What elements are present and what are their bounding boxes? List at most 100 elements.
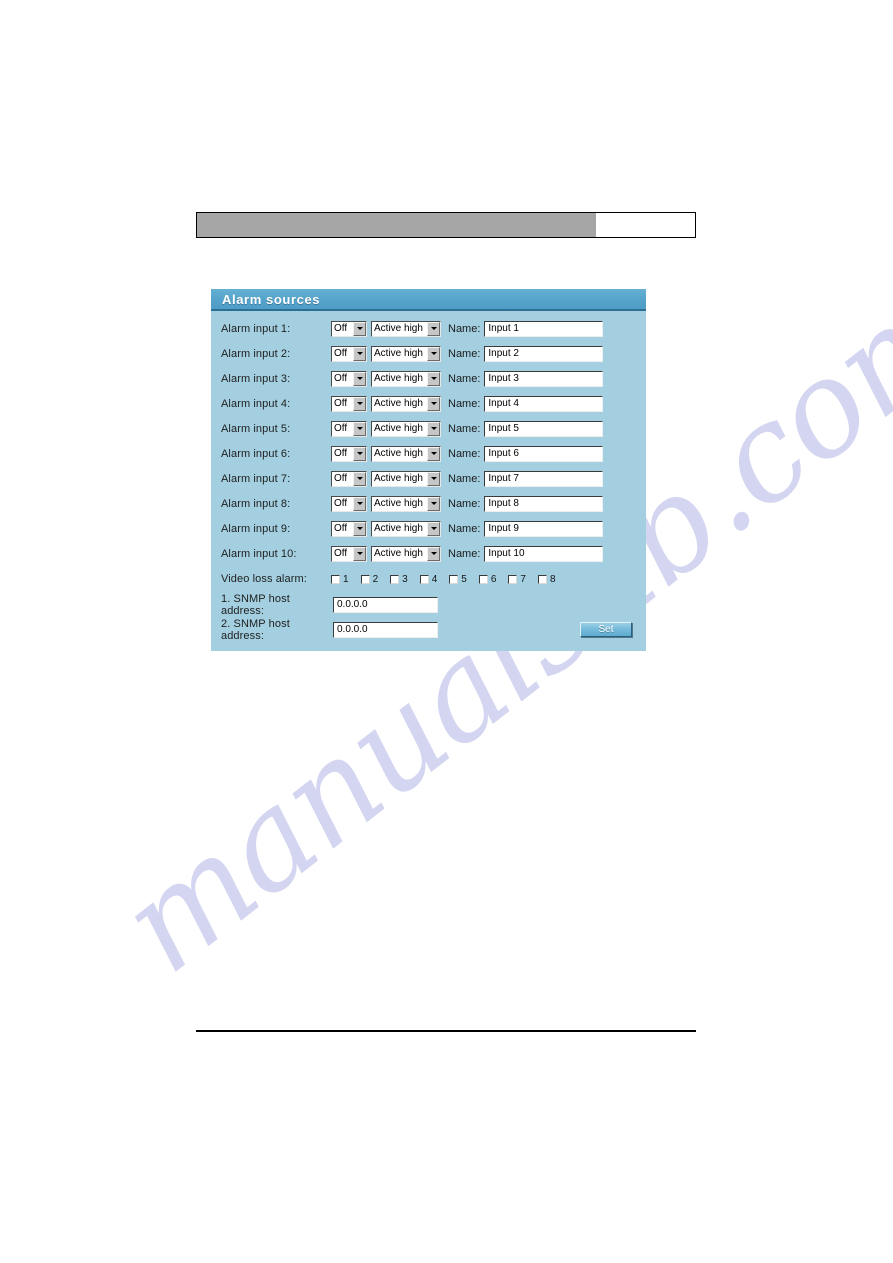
alarm-polarity-select[interactable]: Active high bbox=[371, 370, 441, 387]
alarm-mode-select[interactable]: Off bbox=[331, 470, 367, 487]
chevron-down-icon[interactable] bbox=[427, 546, 440, 561]
chevron-down-icon[interactable] bbox=[353, 496, 366, 511]
alarm-name-label: Name: bbox=[448, 422, 481, 435]
chevron-down-icon[interactable] bbox=[427, 496, 440, 511]
alarm-polarity-select[interactable]: Active high bbox=[371, 520, 441, 537]
checkbox-icon[interactable] bbox=[360, 574, 370, 584]
alarm-polarity-select[interactable]: Active high bbox=[371, 495, 441, 512]
alarm-input-label: Alarm input 6: bbox=[221, 447, 291, 460]
page-header-bar-fill bbox=[197, 213, 596, 237]
alarm-input-label: Alarm input 8: bbox=[221, 497, 291, 510]
chevron-down-icon[interactable] bbox=[353, 321, 366, 336]
chevron-down-icon[interactable] bbox=[353, 421, 366, 436]
chevron-down-icon[interactable] bbox=[427, 471, 440, 486]
alarm-mode-select[interactable]: Off bbox=[331, 545, 367, 562]
alarm-input-row: Alarm input 6: Off Active high Name: Inp… bbox=[211, 441, 646, 466]
video-loss-checkbox-1[interactable]: 1 bbox=[331, 574, 349, 585]
alarm-name-input[interactable]: Input 7 bbox=[484, 470, 604, 487]
video-loss-checkbox-5[interactable]: 5 bbox=[449, 574, 467, 585]
alarm-name-input[interactable]: Input 6 bbox=[484, 445, 604, 462]
chevron-down-icon[interactable] bbox=[353, 521, 366, 536]
checkbox-icon[interactable] bbox=[331, 574, 340, 584]
alarm-polarity-select[interactable]: Active high bbox=[371, 420, 441, 437]
alarm-mode-value: Off bbox=[334, 372, 348, 384]
alarm-polarity-select[interactable]: Active high bbox=[371, 470, 441, 487]
chevron-down-icon[interactable] bbox=[427, 321, 440, 336]
chevron-down-icon[interactable] bbox=[427, 346, 440, 361]
alarm-mode-select[interactable]: Off bbox=[331, 345, 367, 362]
alarm-mode-select[interactable]: Off bbox=[331, 445, 367, 462]
checkbox-label: 8 bbox=[549, 573, 556, 585]
alarm-input-row: Alarm input 5: Off Active high Name: Inp… bbox=[211, 416, 646, 441]
alarm-polarity-select[interactable]: Active high bbox=[371, 320, 441, 337]
video-loss-checkbox-3[interactable]: 3 bbox=[390, 574, 408, 585]
alarm-name-input[interactable]: Input 9 bbox=[484, 520, 604, 537]
alarm-mode-select[interactable]: Off bbox=[331, 420, 367, 437]
alarm-mode-select[interactable]: Off bbox=[331, 495, 367, 512]
alarm-mode-select[interactable]: Off bbox=[331, 320, 367, 337]
alarm-name-input[interactable]: Input 3 bbox=[484, 370, 604, 387]
chevron-down-icon[interactable] bbox=[427, 521, 440, 536]
chevron-down-icon[interactable] bbox=[353, 371, 366, 386]
alarm-polarity-value: Active high bbox=[374, 372, 423, 384]
alarm-input-row: Alarm input 9: Off Active high Name: Inp… bbox=[211, 516, 646, 541]
page-header-bar-blank bbox=[596, 213, 695, 237]
chevron-down-icon[interactable] bbox=[353, 471, 366, 486]
alarm-input-row: Alarm input 3: Off Active high Name: Inp… bbox=[211, 366, 646, 391]
alarm-name-label: Name: bbox=[448, 322, 481, 335]
alarm-polarity-value: Active high bbox=[374, 447, 423, 459]
checkbox-label: 6 bbox=[490, 573, 497, 585]
snmp-host-input[interactable]: 0.0.0.0 bbox=[333, 621, 438, 638]
alarm-mode-value: Off bbox=[334, 547, 348, 559]
alarm-mode-select[interactable]: Off bbox=[331, 370, 367, 387]
chevron-down-icon[interactable] bbox=[353, 546, 366, 561]
chevron-down-icon[interactable] bbox=[427, 421, 440, 436]
snmp-host-row-2: 2. SNMP host address: 0.0.0.0 Set bbox=[211, 617, 646, 642]
alarm-input-label: Alarm input 9: bbox=[221, 522, 291, 535]
video-loss-checkbox-6[interactable]: 6 bbox=[478, 573, 497, 585]
chevron-down-icon[interactable] bbox=[427, 371, 440, 386]
video-loss-checkbox-8[interactable]: 8 bbox=[537, 573, 556, 585]
alarm-polarity-select[interactable]: Active high bbox=[371, 545, 441, 562]
alarm-input-row: Alarm input 4: Off Active high Name: Inp… bbox=[211, 391, 646, 416]
alarm-input-label: Alarm input 5: bbox=[221, 422, 291, 435]
chevron-down-icon[interactable] bbox=[353, 396, 366, 411]
alarm-polarity-value: Active high bbox=[374, 422, 423, 434]
snmp-host-label: 1. SNMP host address: bbox=[221, 592, 290, 617]
chevron-down-icon[interactable] bbox=[427, 446, 440, 461]
alarm-mode-select[interactable]: Off bbox=[331, 520, 367, 537]
alarm-sources-panel: Alarm sources Alarm input 1: Off Active … bbox=[211, 289, 646, 651]
chevron-down-icon[interactable] bbox=[427, 396, 440, 411]
chevron-down-icon[interactable] bbox=[353, 446, 366, 461]
alarm-mode-value: Off bbox=[334, 497, 348, 509]
alarm-mode-value: Off bbox=[334, 322, 348, 334]
checkbox-label: 1 bbox=[343, 573, 349, 585]
alarm-mode-select[interactable]: Off bbox=[331, 395, 367, 412]
video-loss-checkbox-4[interactable]: 4 bbox=[419, 574, 437, 585]
video-loss-checkbox-2[interactable]: 2 bbox=[360, 574, 378, 585]
alarm-name-input[interactable]: Input 8 bbox=[484, 495, 604, 512]
checkbox-icon[interactable] bbox=[508, 574, 518, 584]
checkbox-icon[interactable] bbox=[419, 574, 429, 584]
alarm-name-input[interactable]: Input 4 bbox=[484, 395, 604, 412]
alarm-polarity-select[interactable]: Active high bbox=[371, 395, 441, 412]
chevron-down-icon[interactable] bbox=[353, 346, 366, 361]
alarm-name-input[interactable]: Input 2 bbox=[484, 345, 604, 362]
checkbox-icon[interactable] bbox=[390, 574, 400, 584]
alarm-input-row: Alarm input 1: Off Active high Name: Inp… bbox=[211, 316, 646, 341]
video-loss-checkbox-7[interactable]: 7 bbox=[508, 574, 526, 585]
alarm-mode-value: Off bbox=[334, 397, 348, 409]
alarm-name-input[interactable]: Input 5 bbox=[484, 420, 604, 437]
alarm-name-input[interactable]: Input 10 bbox=[484, 545, 604, 562]
alarm-input-row: Alarm input 10: Off Active high Name: In… bbox=[211, 541, 646, 566]
checkbox-icon[interactable] bbox=[449, 574, 459, 584]
set-button[interactable]: Set bbox=[580, 622, 632, 637]
alarm-polarity-select[interactable]: Active high bbox=[371, 445, 441, 462]
alarm-name-input[interactable]: Input 1 bbox=[484, 320, 604, 337]
alarm-input-label: Alarm input 7: bbox=[221, 472, 291, 485]
panel-body: Alarm input 1: Off Active high Name: Inp… bbox=[211, 311, 646, 651]
checkbox-icon[interactable] bbox=[537, 574, 547, 584]
alarm-polarity-select[interactable]: Active high bbox=[371, 345, 441, 362]
snmp-host-input[interactable]: 0.0.0.0 bbox=[333, 596, 438, 613]
checkbox-icon[interactable] bbox=[478, 574, 488, 584]
